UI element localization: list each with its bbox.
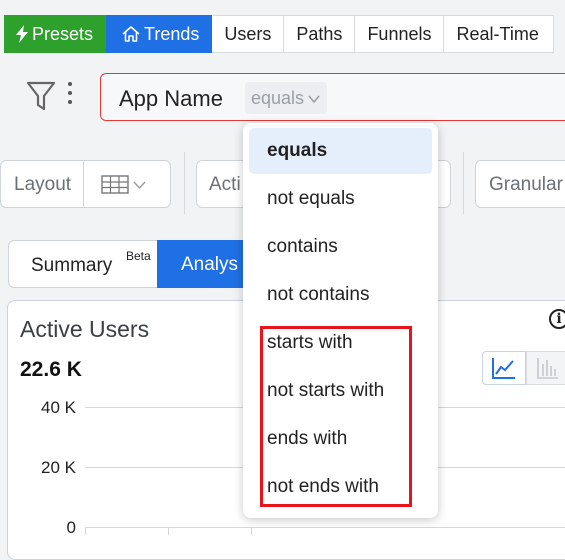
nav-funnels-label: Funnels: [367, 23, 432, 44]
tab-analysis-label: Analys: [181, 254, 239, 275]
nav-presets[interactable]: Presets: [4, 15, 107, 53]
option-label: not equals: [267, 188, 355, 209]
operator-value: equals: [251, 87, 305, 108]
option-not-equals[interactable]: not equals: [249, 176, 432, 222]
option-not-contains[interactable]: not contains: [249, 272, 432, 318]
divider: [184, 152, 185, 214]
tab-analysis[interactable]: Analys: [157, 240, 257, 288]
divider: [463, 152, 464, 214]
option-label: not contains: [267, 284, 370, 305]
funnel-icon[interactable]: [26, 80, 56, 117]
option-label: contains: [267, 236, 338, 257]
nav-trends[interactable]: Trends: [106, 15, 213, 53]
granularity-label: Granular: [489, 174, 563, 195]
nav-users-label: Users: [224, 23, 272, 44]
lightning-icon: [15, 25, 29, 43]
layout-label: Layout: [14, 174, 72, 195]
nav-presets-label: Presets: [32, 23, 94, 44]
bar-chart-icon: [537, 358, 558, 379]
line-chart-button[interactable]: [482, 351, 526, 385]
operator-select[interactable]: equals: [245, 82, 328, 114]
y-tick-label: 0: [66, 518, 76, 537]
nav-real-time-label: Real-Time: [456, 23, 539, 44]
y-tick-label: 20 K: [41, 458, 76, 477]
layout-select[interactable]: [101, 174, 149, 201]
card-value: 22.6 K: [20, 358, 82, 381]
nav-real-time[interactable]: Real-Time: [444, 15, 554, 53]
home-icon: [121, 25, 141, 43]
granularity-select[interactable]: Granular: [475, 160, 565, 208]
chevron-down-icon: [307, 88, 321, 109]
nav-trends-label: Trends: [144, 23, 200, 44]
layout-control: Layout: [0, 160, 171, 208]
nav-paths-label: Paths: [296, 23, 343, 44]
tab-summary[interactable]: Summary Beta: [8, 240, 158, 288]
tab-summary-label: Summary: [31, 255, 113, 276]
card-title: Active Users: [20, 316, 150, 342]
kebab-icon[interactable]: [68, 82, 74, 109]
filter-condition[interactable]: App Name equals: [100, 73, 565, 121]
nav-users[interactable]: Users: [212, 15, 285, 53]
option-equals[interactable]: equals: [249, 128, 432, 174]
y-tick-label: 40 K: [41, 398, 76, 417]
beta-badge: Beta: [126, 249, 151, 263]
grid-icon: [101, 175, 146, 194]
option-label: equals: [267, 140, 328, 161]
nav-funnels[interactable]: Funnels: [355, 15, 445, 53]
x-axis: [85, 527, 565, 528]
metric-label: Acti: [209, 174, 241, 195]
line-chart-icon: [492, 358, 515, 379]
divider: [83, 161, 84, 207]
nav-paths[interactable]: Paths: [284, 15, 356, 53]
option-contains[interactable]: contains: [249, 224, 432, 270]
filter-field-label: App Name: [119, 86, 223, 111]
info-icon[interactable]: i: [549, 309, 565, 329]
highlight-annotation: [260, 326, 412, 507]
top-nav: Presets Trends Users Paths Funnels Real-…: [4, 15, 554, 53]
bar-chart-button[interactable]: [526, 351, 565, 385]
